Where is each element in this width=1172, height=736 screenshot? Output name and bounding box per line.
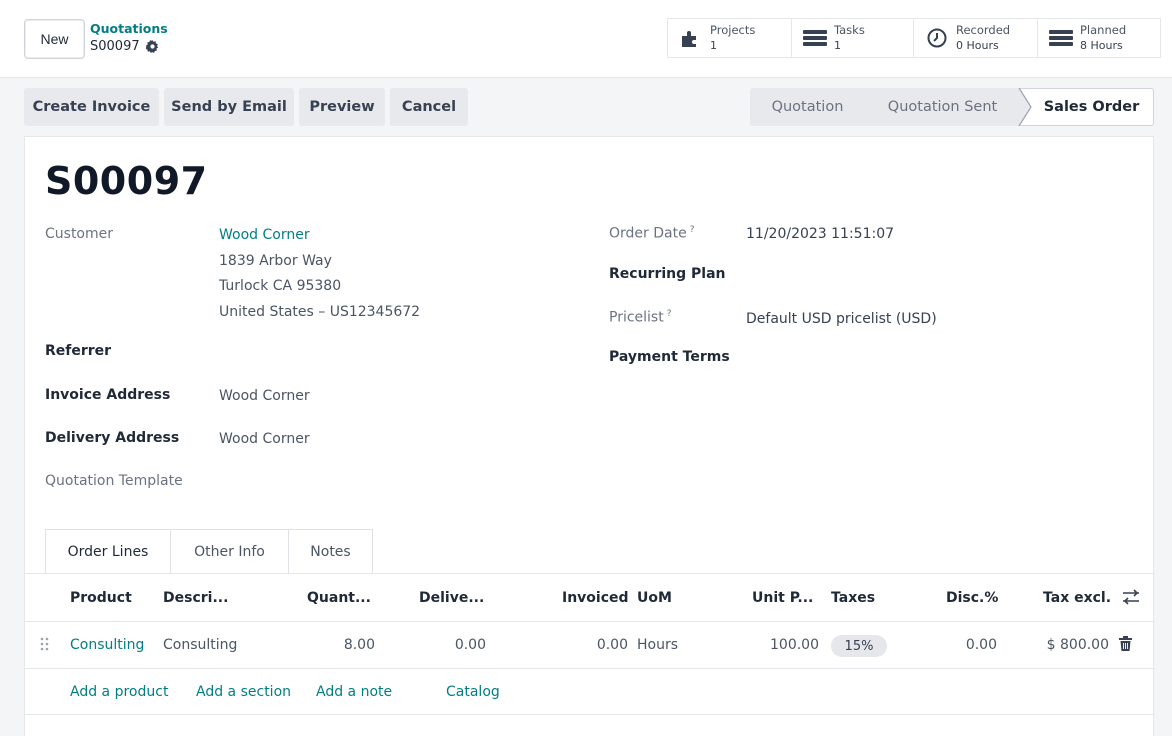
clock-icon xyxy=(924,27,950,49)
notebook-tabs: Order Lines Other Info Notes xyxy=(45,529,373,574)
column-unit-price[interactable]: Unit P... xyxy=(752,590,813,606)
line-delivered[interactable]: 0.00 xyxy=(455,637,486,653)
stage-sales-order-label: Sales Order xyxy=(1043,99,1140,115)
add-line-row: Add a product Add a section Add a note C… xyxy=(25,668,1155,715)
breadcrumb-quotations[interactable]: Quotations xyxy=(90,21,168,36)
control-panel: New Quotations S00097 Projects 1 Tasks 1 R… xyxy=(0,0,1172,78)
projects-label: Projects xyxy=(710,23,756,37)
column-product[interactable]: Product xyxy=(70,590,132,606)
line-subtotal: $ 800.00 xyxy=(1046,637,1109,653)
stage-sales-order[interactable]: Sales Order xyxy=(1018,88,1154,126)
catalog-link[interactable]: Catalog xyxy=(446,684,500,700)
gear-icon[interactable] xyxy=(145,40,159,53)
line-unit-price[interactable]: 100.00 xyxy=(770,637,819,653)
table-row[interactable]: Consulting Consulting 8.00 0.00 0.00 Hou… xyxy=(25,621,1155,668)
column-discount[interactable]: Disc.% xyxy=(946,590,998,606)
help-icon: ? xyxy=(689,225,695,235)
action-bar: Create Invoice Send by Email Preview Can… xyxy=(24,88,468,126)
tab-notes[interactable]: Notes xyxy=(289,529,373,574)
address-line-1: 1839 Arbor Way xyxy=(219,253,332,269)
table-header: Product Descri... Quant... Delive... Inv… xyxy=(25,573,1155,621)
recorded-label: Recorded xyxy=(956,23,1011,37)
status-bar: Quotation Quotation Sent Sales Order xyxy=(750,88,1154,126)
planning-icon xyxy=(1048,27,1074,49)
tab-order-lines[interactable]: Order Lines xyxy=(45,529,171,574)
line-description[interactable]: Consulting xyxy=(163,637,237,653)
address-line-3: United States – US12345672 xyxy=(219,304,421,320)
new-button[interactable]: New xyxy=(24,19,85,59)
pricelist-field[interactable]: Default USD pricelist (USD) xyxy=(746,311,937,327)
planned-label: Planned xyxy=(1080,23,1127,37)
recorded-hours: 0 Hours xyxy=(956,39,999,52)
smart-buttons: Projects 1 Tasks 1 Recorded 0 Hours Planned… xyxy=(667,18,1161,58)
tasks-count: 1 xyxy=(834,39,841,52)
create-invoice-button[interactable]: Create Invoice xyxy=(24,88,159,126)
puzzle-icon xyxy=(678,27,704,49)
customer-link[interactable]: Wood Corner xyxy=(219,227,310,243)
column-quantity[interactable]: Quant... xyxy=(307,590,371,606)
add-section-link[interactable]: Add a section xyxy=(196,684,291,700)
cancel-button[interactable]: Cancel xyxy=(390,88,468,126)
add-note-link[interactable]: Add a note xyxy=(316,684,392,700)
line-quantity[interactable]: 8.00 xyxy=(344,637,375,653)
send-by-email-button[interactable]: Send by Email xyxy=(164,88,294,126)
preview-button[interactable]: Preview xyxy=(299,88,385,126)
line-uom[interactable]: Hours xyxy=(637,637,678,653)
recorded-smart-button[interactable]: Recorded 0 Hours xyxy=(913,18,1037,58)
stage-quotation[interactable]: Quotation xyxy=(750,88,865,126)
tasks-label: Tasks xyxy=(834,23,865,37)
column-description[interactable]: Descri... xyxy=(163,590,228,606)
line-discount[interactable]: 0.00 xyxy=(966,637,997,653)
invoice-address-field[interactable]: Wood Corner xyxy=(219,388,310,404)
stage-chevron xyxy=(1018,88,1032,126)
tasks-smart-button[interactable]: Tasks 1 xyxy=(791,18,913,58)
tab-other-info[interactable]: Other Info xyxy=(171,529,289,574)
recurring-plan-label: Recurring Plan xyxy=(609,266,726,282)
order-date-field[interactable]: 11/20/2023 11:51:07 xyxy=(746,226,894,242)
projects-count: 1 xyxy=(710,39,717,52)
optional-columns-icon[interactable] xyxy=(1122,589,1140,609)
delivery-address-label: Delivery Address xyxy=(45,430,180,446)
tax-badge[interactable]: 15% xyxy=(831,635,887,657)
breadcrumb-current: S00097 xyxy=(90,39,140,54)
record-title: S00097 xyxy=(45,159,208,203)
column-invoiced[interactable]: Invoiced xyxy=(562,590,629,606)
column-taxes[interactable]: Taxes xyxy=(831,590,875,606)
projects-smart-button[interactable]: Projects 1 xyxy=(667,18,791,58)
column-uom[interactable]: UoM xyxy=(637,590,672,606)
column-subtotal[interactable]: Tax excl. xyxy=(1043,590,1111,606)
tasks-icon xyxy=(802,27,828,49)
column-delivered[interactable]: Delive... xyxy=(419,590,484,606)
line-invoiced: 0.00 xyxy=(596,637,628,653)
trash-icon[interactable] xyxy=(1119,636,1132,655)
customer-label: Customer xyxy=(45,226,114,242)
delivery-address-field[interactable]: Wood Corner xyxy=(219,431,310,447)
payment-terms-label: Payment Terms xyxy=(609,349,730,365)
address-line-2: Turlock CA 95380 xyxy=(219,278,342,294)
form-sheet: S00097 Customer Wood Corner 1839 Arbor W… xyxy=(24,136,1155,736)
order-date-label: Order Date? xyxy=(609,225,695,242)
planned-hours: 8 Hours xyxy=(1080,39,1123,52)
add-product-link[interactable]: Add a product xyxy=(70,684,168,700)
stage-quotation-sent[interactable]: Quotation Sent xyxy=(865,88,1020,126)
quotation-template-label: Quotation Template xyxy=(45,473,183,489)
pricelist-label: Pricelist? xyxy=(609,309,672,326)
line-product[interactable]: Consulting xyxy=(70,637,144,653)
invoice-address-label: Invoice Address xyxy=(45,387,171,403)
referrer-label: Referrer xyxy=(45,343,112,359)
breadcrumb: S00097 xyxy=(90,39,159,54)
planned-smart-button[interactable]: Planned 8 Hours xyxy=(1037,18,1161,58)
help-icon: ? xyxy=(666,309,672,319)
drag-handle-icon[interactable] xyxy=(40,637,50,655)
